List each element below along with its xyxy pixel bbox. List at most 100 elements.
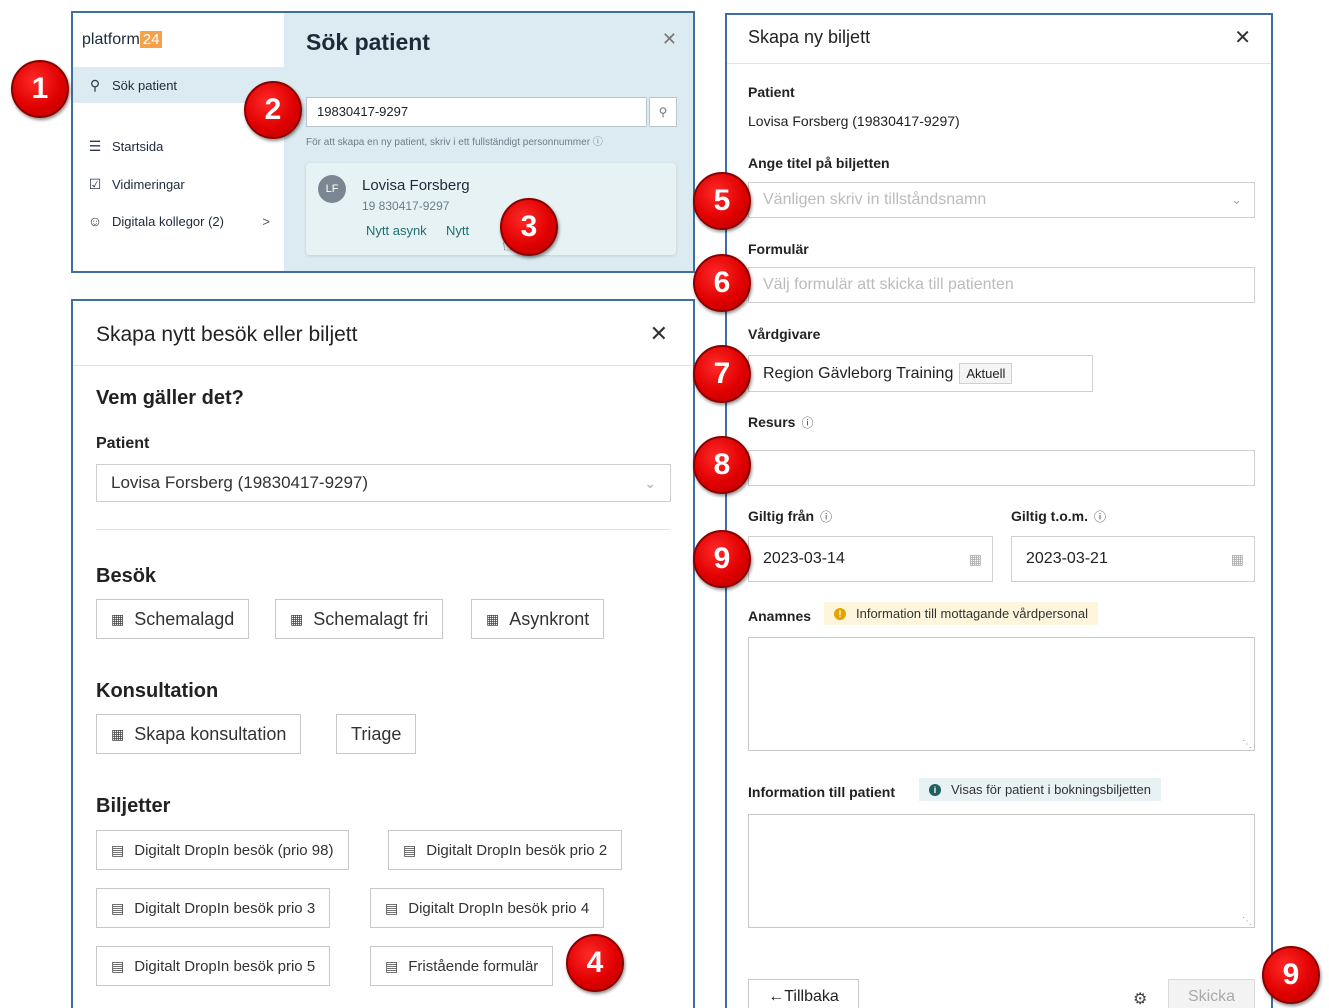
- patient-label: Patient: [748, 84, 795, 100]
- anamnes-label: Anamnes: [748, 608, 812, 624]
- document-icon: ▤: [385, 957, 399, 974]
- patient-info-textarea[interactable]: ⋱: [748, 814, 1255, 928]
- dropin-prio2-button[interactable]: ▤ Digitalt DropIn besök prio 2: [388, 830, 623, 870]
- chevron-right-icon: >: [262, 213, 270, 229]
- dialog-title: Skapa ny biljett: [748, 27, 871, 47]
- dropin-prio5-button[interactable]: ▤ Digitalt DropIn besök prio 5: [96, 946, 331, 986]
- close-icon[interactable]: ✕: [662, 29, 677, 50]
- document-plus-icon: ▦: [111, 610, 125, 627]
- info-icon: ⓘ: [592, 137, 603, 148]
- standalone-form-button[interactable]: ▤ Fristående formulär: [370, 946, 554, 986]
- divider: [727, 63, 1271, 64]
- patient-label: Patient: [96, 435, 150, 452]
- step-marker-7: 7: [693, 345, 751, 403]
- create-ticket-panel: Skapa ny biljett ✕ Patient Lovisa Forsbe…: [725, 13, 1273, 1008]
- document-plus-icon: ▦: [486, 610, 500, 627]
- create-visit-panel: Skapa nytt besök eller biljett ✕ Vem gäl…: [71, 299, 695, 1008]
- current-badge: Aktuell: [959, 363, 1013, 384]
- sidebar-item-vidimeringar[interactable]: ☑ Vidimeringar: [73, 166, 284, 202]
- valid-to-label: Giltig t.o.m. ⓘ: [1011, 508, 1107, 524]
- patient-info-notice: i Visas för patient i bokningsbiljetten: [919, 778, 1161, 801]
- provider-label: Vårdgivare: [748, 326, 821, 342]
- info-icon: ⓘ: [820, 510, 833, 524]
- form-label: Formulär: [748, 241, 809, 257]
- create-consultation-button[interactable]: ▦ Skapa konsultation: [96, 714, 302, 754]
- ticket-title-label: Ange titel på biljetten: [748, 155, 890, 171]
- send-button[interactable]: Skicka: [1168, 979, 1255, 1008]
- step-marker-8: 8: [693, 436, 751, 494]
- page-title: Sök patient: [306, 29, 430, 55]
- people-icon: ☺: [87, 213, 103, 229]
- document-icon: ▤: [111, 899, 125, 916]
- step-marker-1: 1: [11, 60, 69, 118]
- close-icon[interactable]: ✕: [1234, 25, 1251, 50]
- biljetter-heading: Biljetter: [96, 795, 171, 817]
- search-main: Sök patient ✕ 19830417-9297 ⚲ För att sk…: [284, 13, 693, 271]
- new-link[interactable]: Nytt: [446, 223, 469, 238]
- patient-info-label: Information till patient: [748, 784, 895, 800]
- resource-input[interactable]: [748, 450, 1255, 486]
- new-async-link[interactable]: Nytt asynk: [366, 223, 427, 238]
- search-hint: För att skapa en ny patient, skriv i ett…: [306, 137, 603, 148]
- patient-id: 19 830417-9297: [362, 199, 450, 213]
- step-marker-2: 2: [244, 81, 302, 139]
- document-icon: ▤: [385, 899, 399, 916]
- calendar-icon: ▦: [968, 550, 982, 567]
- sidebar-item-digital-colleagues[interactable]: ☺ Digitala kollegor (2) >: [73, 203, 284, 239]
- step-marker-6: 6: [693, 254, 751, 312]
- document-icon: ▤: [403, 841, 417, 858]
- provider-field[interactable]: Region Gävleborg Training Aktuell: [748, 355, 1093, 392]
- step-marker-5: 5: [693, 172, 751, 230]
- patient-select[interactable]: Lovisa Forsberg (19830417-9297) ⌄: [96, 464, 671, 502]
- form-select[interactable]: Välj formulär att skicka till patienten: [748, 267, 1255, 303]
- question-heading: Vem gäller det?: [96, 387, 244, 409]
- document-icon: ▤: [111, 957, 125, 974]
- resource-label: Resurs ⓘ: [748, 414, 814, 430]
- search-icon: ⚲: [89, 76, 101, 93]
- async-button[interactable]: ▦ Asynkront: [471, 599, 605, 639]
- step-marker-3: 3: [500, 198, 558, 256]
- divider: [96, 529, 670, 530]
- dialog-title: Skapa nytt besök eller biljett: [96, 323, 358, 346]
- valid-from-label: Giltig från ⓘ: [748, 508, 833, 524]
- chevron-down-icon: ⌄: [644, 474, 656, 491]
- scheduled-button[interactable]: ▦ Schemalagd: [96, 599, 250, 639]
- patient-name: Lovisa Forsberg: [362, 177, 470, 194]
- gear-icon[interactable]: ⚙: [1133, 989, 1147, 1008]
- step-marker-4: 4: [566, 934, 624, 992]
- step-marker-9-send: 9: [1262, 946, 1320, 1004]
- checkbox-icon: ☑: [88, 175, 102, 192]
- close-icon[interactable]: ✕: [650, 321, 668, 347]
- search-patient-panel: platform 24 ⚲ Sök patient ☰ Startsida ☑ V…: [71, 11, 695, 273]
- info-filled-icon: i: [929, 783, 941, 796]
- info-icon: ⓘ: [1094, 510, 1107, 524]
- scheduled-free-button[interactable]: ▦ Schemalagt fri: [275, 599, 444, 639]
- konsultation-heading: Konsultation: [96, 680, 219, 702]
- dropin-prio4-button[interactable]: ▤ Digitalt DropIn besök prio 4: [370, 888, 605, 928]
- resize-grip-icon[interactable]: ⋱: [1242, 916, 1252, 927]
- sidebar: platform 24 ⚲ Sök patient ☰ Startsida ☑ V…: [73, 13, 284, 271]
- back-button[interactable]: ←Tillbaka: [748, 979, 859, 1008]
- dropin-prio98-button[interactable]: ▤ Digitalt DropIn besök (prio 98): [96, 830, 349, 870]
- besok-heading: Besök: [96, 565, 157, 587]
- valid-to-date[interactable]: 2023-03-21 ▦: [1011, 536, 1255, 582]
- dropin-prio3-button[interactable]: ▤ Digitalt DropIn besök prio 3: [96, 888, 331, 928]
- list-icon: ☰: [88, 137, 102, 154]
- step-marker-9: 9: [693, 530, 751, 588]
- search-button[interactable]: ⚲: [649, 97, 677, 127]
- patient-result-card[interactable]: LF Lovisa Forsberg 19 830417-9297 Nytt a…: [306, 163, 676, 256]
- search-input[interactable]: 19830417-9297: [306, 97, 647, 127]
- calendar-icon: ▦: [1230, 550, 1244, 567]
- platform-logo: platform 24: [82, 31, 163, 49]
- resize-grip-icon[interactable]: ⋱: [1242, 739, 1252, 750]
- anamnes-textarea[interactable]: ⋱: [748, 637, 1255, 751]
- valid-from-date[interactable]: 2023-03-14 ▦: [748, 536, 993, 582]
- sidebar-item-start[interactable]: ☰ Startsida: [73, 128, 284, 164]
- search-icon: ⚲: [658, 105, 668, 119]
- triage-button[interactable]: Triage: [336, 714, 417, 754]
- ticket-title-input[interactable]: Vänligen skriv in tillståndsnamn ⌄: [748, 182, 1255, 218]
- document-plus-icon: ▦: [111, 725, 125, 742]
- warning-icon: !: [834, 607, 846, 620]
- document-plus-icon: ▦: [290, 610, 304, 627]
- avatar: LF: [318, 175, 346, 203]
